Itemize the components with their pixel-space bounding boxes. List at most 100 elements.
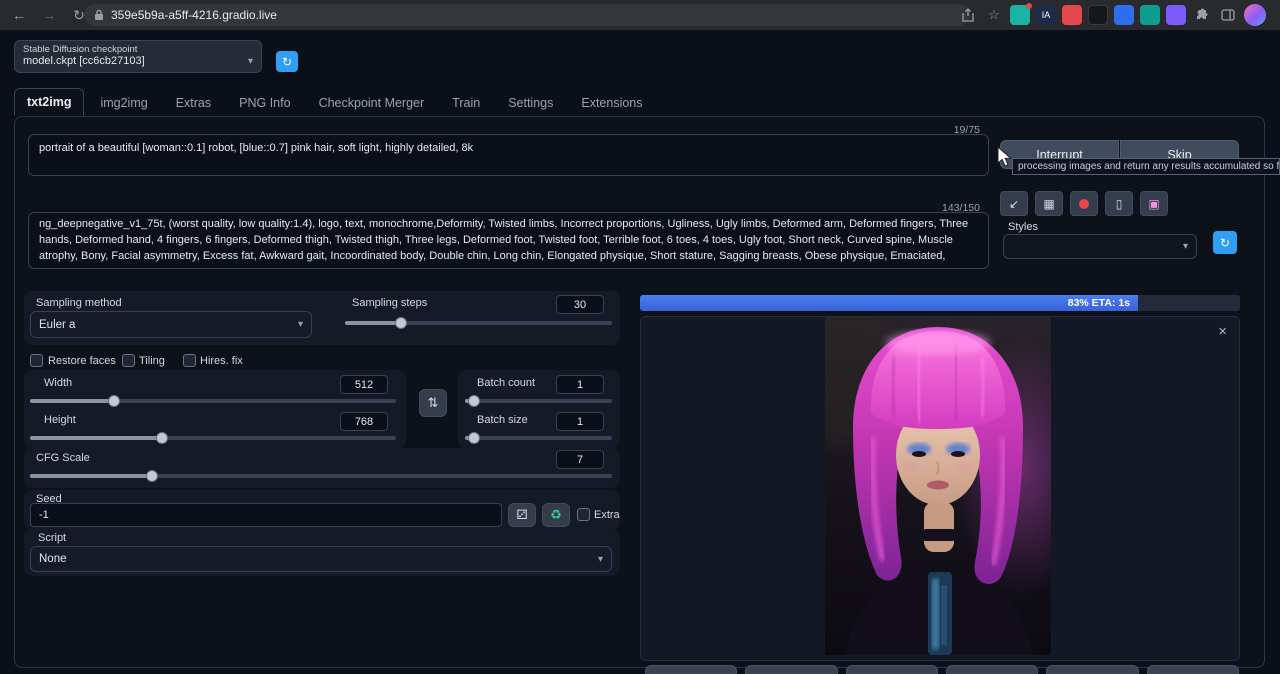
hires-fix-checkbox[interactable] [183,354,196,367]
refresh-checkpoint-button[interactable]: ↻ [276,51,298,72]
script-value: None [39,553,67,565]
extension-icon-green[interactable] [1140,5,1160,25]
extension-icon-teal[interactable] [1010,5,1030,25]
output-action-button[interactable] [946,665,1038,674]
prompt-tools: ↙ ▦ ▯ ▣ [1000,191,1168,216]
extra-seed-label: Extra [594,509,620,521]
browser-actions: ☆ IA [958,4,1266,26]
extension-icon-red[interactable] [1062,5,1082,25]
clipboard-icon[interactable]: ▯ [1105,191,1133,216]
restore-faces-label: Restore faces [48,355,116,367]
progress-fill: 83% ETA: 1s [640,295,1138,311]
checkpoint-label: Stable Diffusion checkpoint [23,44,253,55]
mouse-cursor [996,146,1014,173]
sampling-steps-value[interactable]: 30 [556,295,604,314]
tab-txt2img[interactable]: txt2img [14,88,84,116]
puzzle-extensions-icon[interactable] [1192,5,1212,25]
restore-faces-checkbox[interactable] [30,354,43,367]
cfg-scale-value[interactable]: 7 [556,450,604,469]
sampling-steps-label: Sampling steps [352,297,427,309]
batch-count-value[interactable]: 1 [556,375,604,394]
tab-img2img[interactable]: img2img [88,90,159,116]
height-value[interactable]: 768 [340,412,388,431]
url-text: 359e5b9a-a5ff-4216.gradio.live [111,8,277,22]
refresh-styles-button[interactable]: ↻ [1213,231,1237,254]
bookmark-star-icon[interactable]: ☆ [984,5,1004,25]
forward-icon[interactable]: → [38,4,60,26]
generation-progress-bar: 83% ETA: 1s [640,295,1240,311]
reuse-seed-button[interactable]: ♻ [542,503,570,527]
sampling-steps-slider[interactable] [345,317,612,329]
negative-prompt-input[interactable]: ng_deepnegative_v1_75t, (worst quality, … [28,212,989,269]
sampling-method-value: Euler a [39,319,75,331]
output-action-button[interactable] [846,665,938,674]
width-label: Width [44,377,72,389]
red-palette-icon[interactable] [1070,191,1098,216]
width-value[interactable]: 512 [340,375,388,394]
output-action-button[interactable] [645,665,737,674]
notification-dot [1026,3,1032,9]
styles-dropdown[interactable]: ▾ [1003,234,1197,259]
recycle-icon: ♻ [550,507,562,523]
profile-avatar[interactable] [1244,4,1266,26]
extension-icon-purple[interactable] [1166,5,1186,25]
dice-icon: ⚂ [516,507,527,523]
swap-dimensions-button[interactable]: ⇅ [419,389,447,417]
checkpoint-dropdown[interactable]: Stable Diffusion checkpoint model.ckpt [… [14,40,262,73]
slider-thumb[interactable] [468,432,480,444]
extension-icon-dark[interactable] [1088,5,1108,25]
output-action-button[interactable] [745,665,837,674]
paste-params-icon[interactable]: ↙ [1000,191,1028,216]
slider-thumb[interactable] [146,470,158,482]
chevron-down-icon: ▾ [1183,241,1188,252]
tab-extras[interactable]: Extras [164,90,223,116]
swap-icon: ⇅ [428,395,439,411]
close-icon[interactable]: × [1218,325,1227,339]
batch-size-label: Batch size [477,414,528,426]
generated-image[interactable] [825,317,1051,655]
address-bar[interactable]: 359e5b9a-a5ff-4216.gradio.live [84,4,970,26]
output-action-button[interactable] [1147,665,1239,674]
sampling-method-dropdown[interactable]: Euler a ▾ [30,311,312,338]
slider-thumb[interactable] [108,395,120,407]
back-icon[interactable]: ← [8,4,30,26]
extension-icon-ia[interactable]: IA [1036,5,1056,25]
checkpoint-value: model.ckpt [cc6cb27103] [23,55,145,67]
tab-train[interactable]: Train [440,90,492,116]
height-slider[interactable] [30,432,396,444]
tab-checkpoint-merger[interactable]: Checkpoint Merger [307,90,437,116]
extension-icon-blue[interactable] [1114,5,1134,25]
script-dropdown[interactable]: None ▾ [30,546,612,572]
output-action-button[interactable] [1046,665,1138,674]
batch-count-label: Batch count [477,377,535,389]
seed-input[interactable] [30,503,502,527]
batch-size-slider[interactable] [465,432,612,444]
batch-count-slider[interactable] [465,395,612,407]
random-seed-button[interactable]: ⚂ [508,503,536,527]
tab-png-info[interactable]: PNG Info [227,90,302,116]
slider-thumb[interactable] [156,432,168,444]
hires-fix-label: Hires. fix [200,355,243,367]
extra-seed-checkbox[interactable] [577,508,590,521]
share-icon[interactable] [958,5,978,25]
browser-toolbar: ← → ↻ 359e5b9a-a5ff-4216.gradio.live ☆ I… [0,0,1280,30]
extra-networks-icon[interactable]: ▦ [1035,191,1063,216]
cfg-scale-label: CFG Scale [36,452,90,464]
width-slider[interactable] [30,395,396,407]
prompt-input[interactable]: portrait of a beautiful [woman::0.1] rob… [28,134,989,176]
progress-label: 83% ETA: 1s [1068,297,1130,309]
output-actions-row [645,665,1239,674]
chevron-down-icon: ▾ [298,319,303,330]
main-tabs: txt2img img2img Extras PNG Info Checkpoi… [14,87,655,116]
tab-settings[interactable]: Settings [496,90,565,116]
tab-extensions[interactable]: Extensions [569,90,654,116]
cfg-scale-slider[interactable] [30,470,612,482]
chevron-down-icon: ▾ [598,554,603,565]
slider-thumb[interactable] [395,317,407,329]
app-window: ← → ↻ 359e5b9a-a5ff-4216.gradio.live ☆ I… [0,0,1280,674]
slider-thumb[interactable] [468,395,480,407]
batch-size-value[interactable]: 1 [556,412,604,431]
side-panel-icon[interactable] [1218,5,1238,25]
tiling-checkbox[interactable] [122,354,135,367]
save-style-icon[interactable]: ▣ [1140,191,1168,216]
